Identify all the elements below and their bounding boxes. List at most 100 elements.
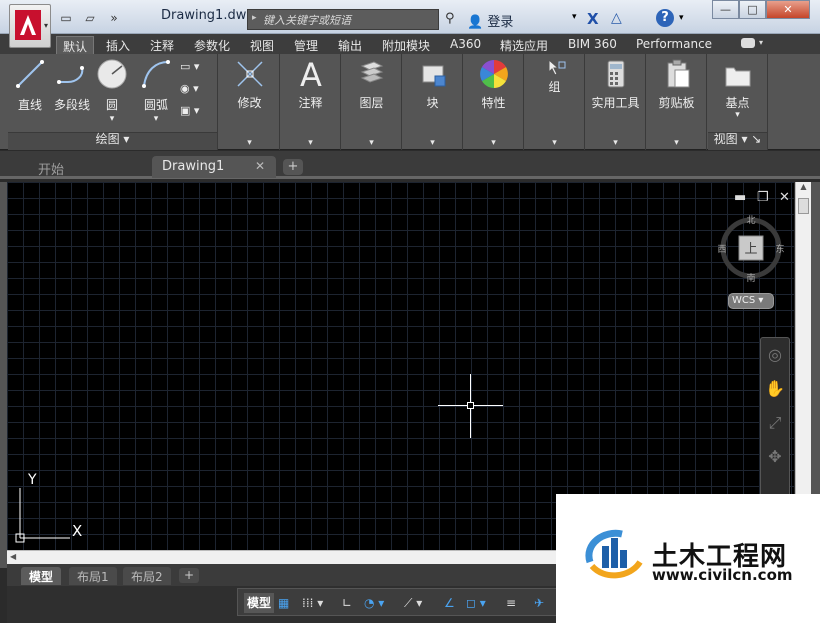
snap-mode-icon[interactable]: ⁞⁞⁞ ▾ — [302, 593, 323, 613]
ucs-x-label: X — [72, 522, 82, 540]
base-caret-icon[interactable]: ▾ — [708, 110, 767, 120]
arc-caret-icon[interactable]: ▾ — [136, 114, 176, 124]
ribbon-toggle-icon[interactable] — [741, 38, 755, 48]
line-icon — [16, 60, 44, 88]
crosshair-pickbox — [467, 402, 474, 409]
orbit-icon[interactable]: ✥ — [761, 440, 789, 474]
circle-tool[interactable]: 圆 ▾ — [92, 58, 132, 124]
polyline-tool[interactable]: 多段线 — [50, 58, 94, 113]
circle-caret-icon[interactable]: ▾ — [92, 114, 132, 124]
groups-label: 组 — [548, 80, 561, 94]
tab-parametric[interactable]: 参数化 — [188, 36, 236, 54]
tab-output[interactable]: 输出 — [332, 36, 368, 54]
layout2-tab[interactable]: 布局2 — [123, 567, 171, 585]
compass-east-label: 东 — [775, 243, 784, 255]
civilcn-logo-icon — [585, 529, 643, 579]
more-icon[interactable]: » — [104, 9, 124, 27]
hatch-icon[interactable]: ◉ ▾ — [180, 82, 214, 104]
ribbon-toggle-caret-icon[interactable]: ▾ — [759, 38, 763, 47]
tab-bim360[interactable]: BIM 360 — [562, 36, 623, 54]
annotate-label: 注释 — [298, 96, 323, 110]
login-button[interactable]: 👤 登录 — [467, 11, 513, 30]
compass-south-label: 南 — [746, 272, 755, 284]
viewport-minimize-icon[interactable]: ▬ — [734, 190, 746, 205]
draw-panel-footer[interactable]: 绘图 ▾ — [8, 132, 217, 150]
watermark-url: www.civilcn.com — [652, 566, 793, 584]
exchange-icon[interactable]: X — [587, 10, 599, 28]
annotation-scale-icon[interactable]: ✈ — [534, 593, 544, 613]
new-layout-button[interactable]: + — [179, 568, 199, 583]
clipboard-label: 剪贴板 — [658, 96, 695, 110]
login-caret-icon[interactable]: ▾ — [572, 12, 577, 22]
minimize-button[interactable]: — — [712, 0, 739, 19]
title-bar: ▭ ▱ » Drawing1.dwg ▸ 键入关键字或短语 ⚲ 👤 登录 ▾ X… — [0, 0, 820, 34]
tab-featured-apps[interactable]: 精选应用 — [494, 36, 554, 54]
block-icon — [422, 65, 445, 87]
line-tool[interactable]: 直线 — [10, 58, 50, 113]
tab-performance[interactable]: Performance — [630, 36, 718, 54]
steering-wheel-icon[interactable]: ◎ — [761, 338, 789, 372]
view-panel-footer[interactable]: 视图 ▾ ↘ — [708, 132, 767, 150]
tab-view[interactable]: 视图 — [244, 36, 280, 54]
pan-hand-icon[interactable]: ✋ — [761, 372, 789, 406]
maximize-button[interactable]: □ — [739, 0, 766, 19]
model-tab[interactable]: 模型 — [21, 567, 62, 585]
new-file-icon[interactable]: ▭ — [56, 9, 76, 27]
boundary-icon[interactable]: ▣ ▾ — [180, 104, 214, 126]
polar-tracking-icon[interactable]: ◔ ▾ — [364, 593, 384, 613]
viewcube[interactable]: 上 北 南 西 东 — [717, 212, 787, 284]
viewport-restore-icon[interactable]: ❐ — [757, 190, 769, 205]
tab-default[interactable]: 默认 — [56, 36, 95, 54]
draw-small-tools: ▭ ▾ ◉ ▾ ▣ ▾ — [180, 60, 214, 126]
wcs-menu-button[interactable]: WCS ▾ — [728, 293, 774, 309]
lineweight-icon[interactable]: ≡ — [506, 593, 516, 613]
utilities-label: 实用工具 — [591, 96, 640, 110]
object-snap-tracking-icon[interactable]: ∠ — [444, 593, 455, 613]
layout1-tab[interactable]: 布局1 — [69, 567, 117, 585]
window-controls: — □ ✕ — [712, 0, 810, 19]
scroll-thumb[interactable] — [798, 198, 809, 214]
viewport-close-icon[interactable]: ✕ — [779, 190, 790, 205]
base-point-button[interactable]: 基点 — [708, 94, 767, 111]
isodraft-icon[interactable]: ⟋ ▾ — [404, 593, 422, 613]
arc-tool[interactable]: 圆弧 ▾ — [136, 58, 176, 124]
compass-north-label: 北 — [746, 215, 755, 226]
login-label: 登录 — [487, 15, 514, 30]
new-tab-button[interactable]: + — [283, 159, 303, 175]
base-point-icon — [725, 67, 750, 87]
app-menu-caret-icon: ▾ — [43, 21, 48, 30]
modify-label: 修改 — [237, 96, 262, 110]
rectangle-icon[interactable]: ▭ ▾ — [180, 60, 214, 82]
zoom-extents-icon[interactable]: ⤢ — [761, 406, 789, 440]
application-menu-button[interactable]: ▾ — [9, 4, 51, 48]
model-space-button[interactable]: 模型 — [244, 593, 275, 613]
tab-addins[interactable]: 附加模块 — [376, 36, 436, 54]
file-tab-bar: 开始 Drawing1 ✕ + — [0, 151, 820, 179]
viewport-controls: ▬ ❐ ✕ — [734, 190, 790, 205]
binoculars-icon[interactable]: ⚲ — [445, 11, 455, 26]
ribbon-tab-bar: 默认 插入 注释 参数化 视图 管理 输出 附加模块 A360 精选应用 BIM… — [0, 34, 820, 54]
search-input[interactable]: ▸ 键入关键字或短语 — [247, 9, 439, 30]
tab-close-icon[interactable]: ✕ — [255, 159, 265, 173]
line-label: 直线 — [17, 98, 42, 112]
help-icon[interactable]: ? — [656, 9, 674, 27]
clipboard-icon — [667, 59, 689, 88]
scroll-up-icon[interactable]: ▲ — [796, 182, 811, 196]
a360-triangle-icon[interactable]: △ — [611, 10, 622, 26]
scroll-left-icon[interactable]: ◀ — [10, 552, 16, 561]
help-caret-icon[interactable]: ▾ — [679, 13, 684, 23]
view-panel: 基点 ▾ 视图 ▾ ↘ — [708, 54, 768, 150]
watermark: 土木工程网 www.civilcn.com — [556, 494, 820, 623]
start-tab[interactable]: 开始 — [28, 156, 152, 178]
user-icon: 👤 — [467, 15, 484, 30]
tab-a360[interactable]: A360 — [444, 36, 487, 54]
tab-annotate[interactable]: 注释 — [144, 36, 180, 54]
text-a-icon: A — [300, 58, 322, 90]
ortho-mode-icon[interactable]: ∟ — [342, 593, 352, 613]
tab-manage[interactable]: 管理 — [288, 36, 324, 54]
tab-insert[interactable]: 插入 — [100, 36, 136, 54]
grid-display-icon[interactable]: ▦ — [278, 593, 289, 613]
open-folder-icon[interactable]: ▱ — [80, 9, 100, 27]
close-button[interactable]: ✕ — [766, 0, 810, 19]
object-snap-icon[interactable]: ◻ ▾ — [466, 593, 486, 613]
